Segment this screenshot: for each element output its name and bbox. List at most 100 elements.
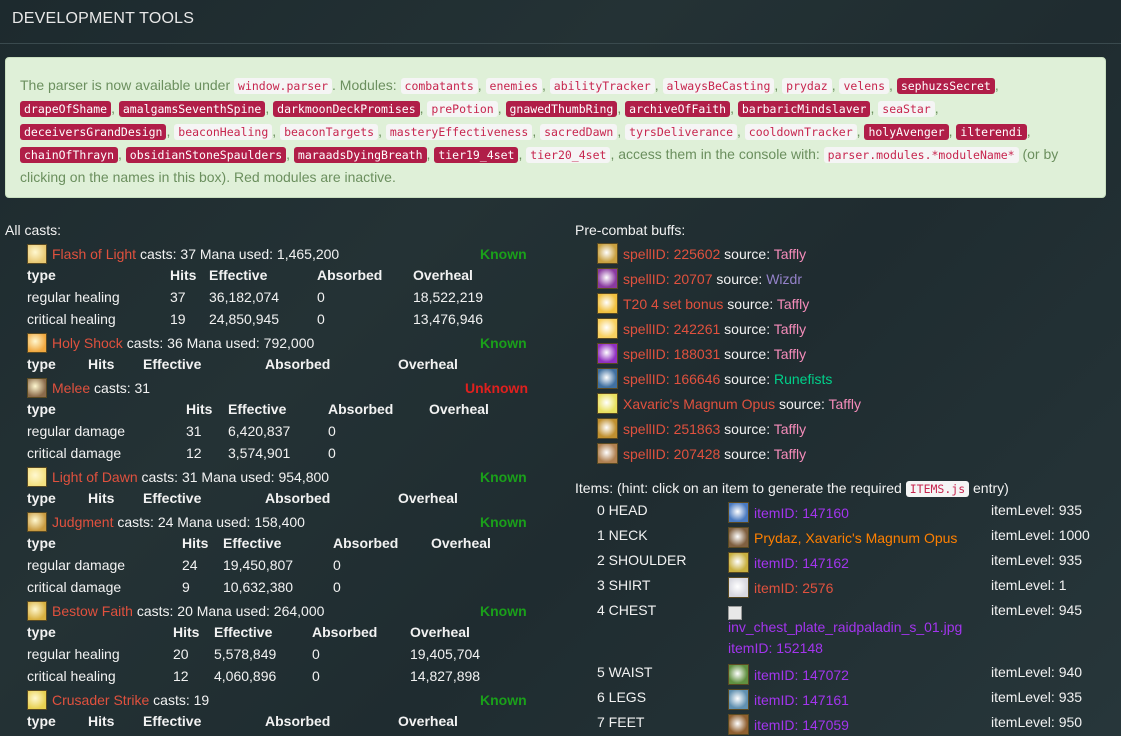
buff-source-label: source: — [720, 321, 774, 337]
module-seaStar[interactable]: seaStar — [878, 101, 935, 117]
item-row-link[interactable]: itemID: 147162 — [728, 552, 849, 573]
spell-icon — [27, 467, 47, 487]
module-tyrsDeliverance[interactable]: tyrsDeliverance — [625, 124, 738, 140]
module-beaconTargets[interactable]: beaconTargets — [280, 124, 379, 140]
module-sephuzsSecret[interactable]: sephuzsSecret — [896, 78, 995, 94]
buff-row: spellID: 166646 source: Runefists — [597, 368, 832, 390]
table-header-overheal: Overheal — [410, 624, 470, 640]
module-prydaz[interactable]: prydaz — [782, 78, 832, 94]
module-archiveOfFaith[interactable]: archiveOfFaith — [625, 101, 731, 117]
buff-spell-link[interactable]: spellID: 225602 — [623, 246, 720, 262]
item-name[interactable]: Prydaz, Xavaric's Magnum Opus — [754, 530, 957, 546]
item-name[interactable]: itemID: 152148 — [728, 640, 823, 656]
module-drapeOfShame[interactable]: drapeOfShame — [20, 101, 112, 117]
cast-info: casts: 20 Mana used: 264,000 — [132, 603, 325, 619]
module-enemies[interactable]: enemies — [485, 78, 543, 94]
table-header-absorbed: Absorbed — [312, 624, 378, 640]
buff-source-label: source: — [723, 296, 777, 312]
spell-link[interactable]: Holy Shock — [52, 335, 123, 351]
module-deceiversGrandDesign[interactable]: deceiversGrandDesign — [20, 124, 167, 140]
item-name[interactable]: itemID: 147162 — [754, 555, 849, 571]
module-alwaysBeCasting[interactable]: alwaysBeCasting — [662, 78, 775, 94]
buff-source: Runefists — [774, 371, 833, 387]
module-velens[interactable]: velens — [839, 78, 890, 94]
buff-spell-link[interactable]: spellID: 166646 — [623, 371, 720, 387]
table-cell: 14,827,898 — [410, 668, 481, 684]
table-cell: critical damage — [27, 445, 122, 461]
module-separator: , — [542, 77, 550, 93]
module-sacredDawn[interactable]: sacredDawn — [540, 124, 618, 140]
spell-icon — [27, 333, 47, 353]
table-header-absorbed: Absorbed — [333, 535, 399, 551]
table-header-absorbed: Absorbed — [265, 490, 331, 506]
module-amalgamsSeventhSpine[interactable]: amalgamsSeventhSpine — [118, 101, 266, 117]
buff-spell-link[interactable]: spellID: 20707 — [623, 271, 713, 287]
buff-icon — [597, 393, 618, 414]
module-tier20_4set[interactable]: tier20_4set — [526, 147, 611, 163]
buff-spell-link[interactable]: Xavaric's Magnum Opus — [623, 396, 775, 412]
item-icon — [728, 577, 749, 598]
module-barbaricMindslaver[interactable]: barbaricMindslaver — [737, 101, 871, 117]
item-name[interactable]: itemID: 147161 — [754, 692, 849, 708]
module-beaconHealing[interactable]: beaconHealing — [174, 124, 273, 140]
item-row-link[interactable]: itemID: 147072 — [728, 664, 849, 685]
item-row-link[interactable]: itemID: 147059 — [728, 714, 849, 735]
table-cell: 0 — [328, 423, 336, 439]
spell-link[interactable]: Melee — [52, 380, 90, 396]
buff-spell-link[interactable]: T20 4 set bonus — [623, 296, 723, 312]
buff-spell-link[interactable]: spellID: 188031 — [623, 346, 720, 362]
module-maraadsDyingBreath[interactable]: maraadsDyingBreath — [293, 147, 427, 163]
spell-link[interactable]: Crusader Strike — [52, 692, 149, 708]
module-tier19_4set[interactable]: tier19_4set — [434, 147, 519, 163]
module-holyAvenger[interactable]: holyAvenger — [864, 124, 949, 140]
buff-icon — [597, 343, 618, 364]
table-header-effective: Effective — [143, 356, 202, 372]
pre-combat-buffs-title: Pre-combat buffs: — [575, 222, 686, 238]
spell-link[interactable]: Bestow Faith — [52, 603, 133, 619]
item-row-link[interactable]: itemID: 147161 — [728, 689, 849, 710]
table-cell: regular damage — [27, 423, 126, 439]
item-row-link[interactable]: itemID: 2576 — [728, 577, 833, 598]
buff-row: spellID: 225602 source: Taffly — [597, 243, 806, 265]
module-darkmoonDeckPromises[interactable]: darkmoonDeckPromises — [273, 101, 420, 117]
buff-spell-link[interactable]: spellID: 251863 — [623, 421, 720, 437]
module-obsidianStoneSpaulders[interactable]: obsidianStoneSpaulders — [125, 147, 287, 163]
module-prePotion[interactable]: prePotion — [427, 101, 498, 117]
table-cell: 0 — [317, 311, 325, 327]
item-name[interactable]: itemID: 147072 — [754, 667, 849, 683]
module-combatants[interactable]: combatants — [400, 78, 478, 94]
table-header-hits: Hits — [186, 401, 213, 417]
table-cell: 18,522,219 — [413, 289, 484, 305]
table-header-hits: Hits — [173, 624, 200, 640]
item-row-link[interactable]: Prydaz, Xavaric's Magnum Opus — [728, 527, 957, 548]
module-gnawedThumbRing[interactable]: gnawedThumbRing — [505, 101, 618, 117]
module-separator: , — [1026, 123, 1031, 139]
items-hint: Items: (hint: click on an item to genera… — [575, 480, 1009, 497]
item-name[interactable]: itemID: 147059 — [754, 717, 849, 733]
buff-icon — [597, 293, 618, 314]
spell-link[interactable]: Judgment — [52, 514, 113, 530]
item-image-name[interactable]: inv_chest_plate_raidpaladin_s_01.jpg — [728, 619, 962, 635]
table-header-type: type — [27, 490, 56, 506]
buff-spell-link[interactable]: spellID: 207428 — [623, 446, 720, 462]
module-ilterendi[interactable]: ilterendi — [956, 124, 1027, 140]
module-masteryEffectiveness[interactable]: masteryEffectiveness — [385, 124, 533, 140]
module-cooldownTracker[interactable]: cooldownTracker — [744, 124, 857, 140]
module-abilityTracker[interactable]: abilityTracker — [549, 78, 655, 94]
buff-source: Wizdr — [766, 271, 802, 287]
table-header-hits: Hits — [182, 535, 209, 551]
spell-link[interactable]: Flash of Light — [52, 246, 136, 262]
item-row-link[interactable] — [728, 602, 747, 620]
item-slot: 7 FEET — [597, 714, 645, 730]
table-header-type: type — [27, 267, 56, 283]
item-icon — [728, 527, 749, 548]
table-header-effective: Effective — [228, 401, 287, 417]
table-cell: 19 — [170, 311, 186, 327]
item-name[interactable]: itemID: 2576 — [754, 580, 833, 596]
item-row-link[interactable]: itemID: 147160 — [728, 502, 849, 523]
module-chainOfThrayn[interactable]: chainOfThrayn — [20, 147, 119, 163]
buff-spell-link[interactable]: spellID: 242261 — [623, 321, 720, 337]
spell-link[interactable]: Light of Dawn — [52, 469, 138, 485]
table-header-overheal: Overheal — [398, 713, 458, 729]
item-name[interactable]: itemID: 147160 — [754, 505, 849, 521]
